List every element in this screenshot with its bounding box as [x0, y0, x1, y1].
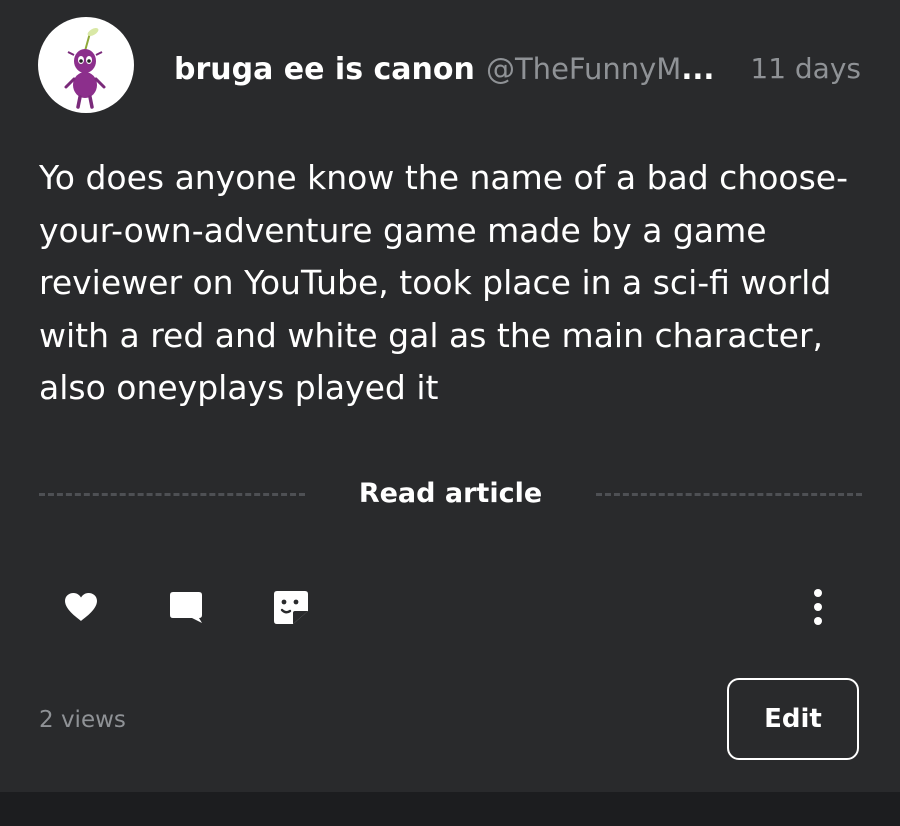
handle-ellipsis: ... [681, 52, 714, 86]
read-article-divider: Read article [39, 472, 862, 516]
comment-bubble-icon [170, 592, 202, 623]
purple-pikmin-avatar-image [64, 28, 106, 109]
author-name[interactable]: bruga ee is canon [174, 52, 475, 87]
like-button[interactable] [58, 584, 104, 630]
sticker-face-icon [274, 591, 308, 624]
more-vertical-icon [814, 589, 822, 625]
more-options-button[interactable] [795, 584, 841, 630]
post-timestamp: 11 days [750, 52, 861, 85]
author-avatar[interactable] [38, 17, 134, 113]
author-line[interactable]: bruga ee is canon @TheFunnyM... [174, 50, 714, 93]
view-count: 2 views [39, 707, 126, 733]
post-body-text: Yo does anyone know the name of a bad ch… [39, 158, 849, 407]
post-card: bruga ee is canon @TheFunnyM... 11 days … [0, 0, 900, 792]
react-button[interactable] [268, 584, 314, 630]
heart-icon [65, 593, 97, 621]
divider-right-dashes [596, 493, 862, 496]
comment-button[interactable] [163, 584, 209, 630]
author-handle[interactable]: @TheFunnyM [486, 52, 681, 86]
edit-button[interactable]: Edit [727, 678, 859, 760]
